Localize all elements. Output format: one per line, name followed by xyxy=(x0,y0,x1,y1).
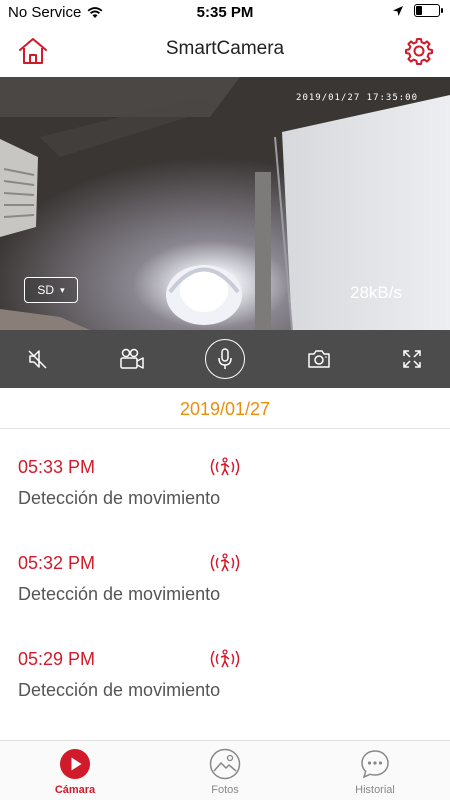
play-icon xyxy=(60,749,90,779)
event-time: 05:32 PM xyxy=(18,553,96,573)
microphone-icon xyxy=(218,348,232,369)
location-arrow-icon xyxy=(393,5,403,16)
status-bar: No Service 5:35 PM xyxy=(0,0,450,26)
quality-selector[interactable]: SD ▾ xyxy=(24,277,78,303)
tab-photos-label: Fotos xyxy=(211,784,239,796)
tab-camera[interactable]: Cámara xyxy=(0,741,150,800)
chat-icon xyxy=(361,750,389,779)
fullscreen-icon xyxy=(403,350,421,368)
tab-history-label: Historial xyxy=(355,784,395,796)
camera-icon xyxy=(307,350,330,368)
list-item[interactable]: 05:29 PM Detección de movimiento xyxy=(0,622,450,718)
event-time: 05:33 PM xyxy=(18,457,96,477)
mute-button[interactable] xyxy=(18,339,58,379)
motion-detection-icon xyxy=(210,457,240,476)
events-list: 05:33 PM Detección de movimiento 05:32 P… xyxy=(0,430,450,718)
tab-history[interactable]: Historial xyxy=(300,741,450,800)
snapshot-button[interactable] xyxy=(299,339,339,379)
event-time: 05:29 PM xyxy=(18,649,96,669)
event-description: Detección de movimiento xyxy=(18,680,221,700)
photos-icon xyxy=(209,748,241,780)
app-header: SmartCamera xyxy=(0,26,450,76)
record-video-button[interactable] xyxy=(112,339,152,379)
tab-camera-label: Cámara xyxy=(54,784,96,796)
list-item[interactable]: 05:32 PM Detección de movimiento xyxy=(0,526,450,622)
video-controls xyxy=(0,330,450,388)
chevron-down-icon: ▾ xyxy=(60,284,65,295)
talk-button[interactable] xyxy=(205,339,245,379)
motion-detection-icon xyxy=(210,649,240,668)
tab-bar: Cámara Fotos Historial xyxy=(0,740,450,800)
fullscreen-button[interactable] xyxy=(392,339,432,379)
record-video-icon xyxy=(119,348,144,369)
video-timestamp: 2019/01/27 17:35:00 xyxy=(296,93,418,103)
clock: 5:35 PM xyxy=(196,4,254,21)
page-title: SmartCamera xyxy=(165,38,285,59)
live-video-feed[interactable]: 2019/01/27 17:35:00 SD ▾ 28kB/s xyxy=(0,77,450,330)
gear-icon[interactable] xyxy=(404,36,434,66)
events-date: 2019/01/27 xyxy=(0,390,450,429)
motion-detection-icon xyxy=(210,553,240,572)
quality-value: SD xyxy=(37,283,55,297)
tab-photos[interactable]: Fotos xyxy=(150,741,300,800)
status-right xyxy=(392,4,443,17)
battery-icon xyxy=(414,4,443,17)
bitrate-label: 28kB/s xyxy=(350,283,402,302)
mute-icon xyxy=(28,350,47,369)
event-description: Detección de movimiento xyxy=(18,584,221,604)
list-item[interactable]: 05:33 PM Detección de movimiento xyxy=(0,430,450,526)
microphone-button[interactable] xyxy=(205,339,245,379)
event-description: Detección de movimiento xyxy=(18,488,221,508)
